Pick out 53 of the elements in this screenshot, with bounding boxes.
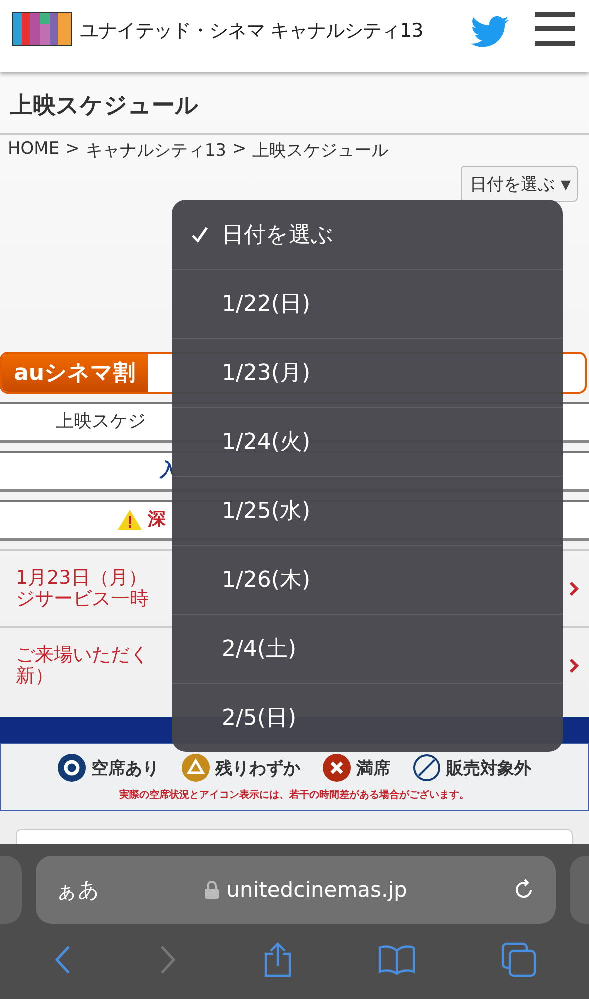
menu-label: 2/4(土) (222, 636, 297, 664)
circle-icon (58, 754, 86, 782)
breadcrumb-separator: > (66, 139, 80, 161)
lock-icon (204, 881, 219, 899)
menu-item[interactable]: 1/26(木) (172, 545, 563, 614)
breadcrumb-link[interactable]: キャナルシティ13 (86, 139, 226, 162)
text-size-button[interactable]: ぁあ (56, 876, 100, 904)
warning-icon (118, 510, 142, 530)
menu-item[interactable]: 日付を選ぶ (172, 200, 563, 269)
back-icon[interactable] (52, 945, 72, 975)
breadcrumb-separator: > (232, 139, 247, 161)
legend-label: 満席 (356, 758, 390, 780)
legend-label: 空席あり (92, 758, 160, 780)
au-label: auシネマ割 (2, 354, 148, 392)
menu-label: 1/23(月) (222, 360, 311, 388)
prohibited-icon (412, 754, 440, 782)
row-label: 上映スケジ (56, 413, 146, 431)
tabs-icon[interactable] (500, 942, 536, 978)
breadcrumb-link[interactable]: HOME (8, 139, 60, 162)
chevron-icon (569, 658, 579, 674)
notice-text: 1月23日（月） (16, 568, 148, 588)
menu-label: 1/25(水) (222, 498, 311, 526)
logo-icon (12, 12, 72, 46)
menu-item[interactable]: 1/23(月) (172, 338, 563, 407)
notice-text: ご来場いただく (16, 644, 149, 666)
bird-icon[interactable] (471, 16, 509, 48)
cross-icon (322, 754, 350, 782)
menu-item[interactable]: 1/24(火) (172, 407, 563, 476)
date-select[interactable]: 日付を選ぶ ▾ (460, 166, 578, 202)
menu-label: 1/24(火) (222, 429, 311, 457)
check-icon (190, 224, 210, 244)
page-title: 上映スケジュール (0, 72, 589, 135)
menu-label: 1/22(日) (222, 291, 311, 319)
notice-text: 新） (16, 666, 55, 686)
menu-icon[interactable] (535, 12, 575, 46)
menu-item[interactable]: 2/5(日) (172, 683, 563, 752)
book-icon[interactable] (378, 945, 416, 975)
url-text: unitedcinemas.jp (226, 878, 408, 902)
legend-label: 残りわずか (216, 758, 300, 780)
legend-label: 販売対象外 (446, 758, 532, 780)
row-label: 深 (148, 511, 166, 529)
menu-label: 日付を選ぶ (222, 222, 334, 250)
menu-label: 1/26(木) (222, 567, 311, 595)
share-icon[interactable] (262, 942, 292, 978)
address-bar[interactable]: ぁあ unitedcinemas.jp (36, 856, 556, 924)
menu-label: 2/5(日) (222, 705, 297, 733)
menu-item[interactable]: 1/25(水) (172, 476, 563, 545)
legend-note: 実際の空席状況とアイコン表示には、若干の時間差がある場合がございます。 (120, 788, 470, 802)
menu-item[interactable]: 1/22(日) (172, 269, 563, 338)
notice-text: ジサービス一時 (16, 588, 149, 610)
chevron-icon (569, 580, 579, 596)
menu-item[interactable]: 2/4(土) (172, 614, 563, 683)
breadcrumb-link[interactable]: 上映スケジュール (252, 139, 389, 162)
